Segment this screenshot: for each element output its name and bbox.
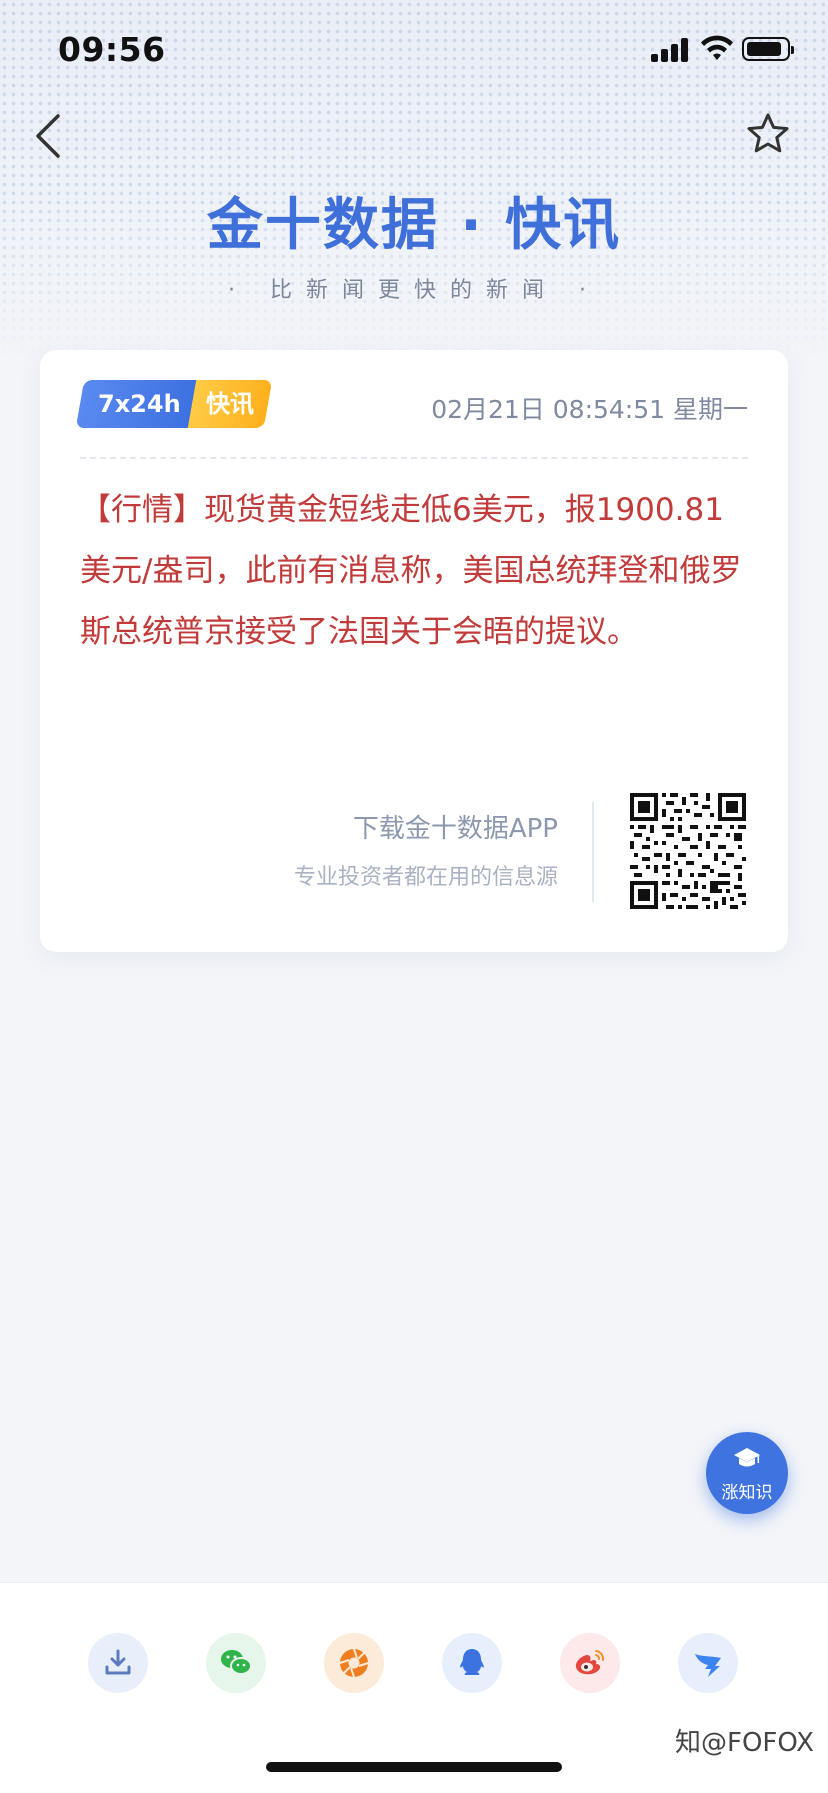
news-card: 7x24h 快讯 02月21日 08:54:51 星期一 【行情】现货黄金短线走… <box>40 350 788 952</box>
share-qq-button[interactable] <box>442 1633 502 1693</box>
news-text: 【行情】现货黄金短线走低6美元，报1900.81美元/盎司，此前有消息称，美国总… <box>80 492 742 650</box>
flash-badge: 7x24h 快讯 <box>75 380 273 428</box>
knowledge-fab-button[interactable]: 涨知识 <box>706 1432 788 1514</box>
graduation-cap-icon <box>734 1448 760 1467</box>
badge-7x24h: 7x24h <box>75 380 203 428</box>
qq-icon <box>460 1649 484 1675</box>
qr-code <box>630 793 746 909</box>
home-indicator <box>266 1762 562 1772</box>
download-icon <box>105 1649 131 1675</box>
download-button[interactable] <box>88 1633 148 1693</box>
weibo-icon <box>575 1650 605 1675</box>
fab-label: 涨知识 <box>721 1483 773 1503</box>
battery-icon <box>742 37 794 61</box>
download-title: 下载金十数据APP <box>352 814 558 844</box>
share-weibo-button[interactable] <box>560 1633 620 1693</box>
brand-title: 金十数据 · 快讯 <box>206 193 622 258</box>
dingtalk-icon <box>695 1654 721 1677</box>
status-time: 09:56 <box>58 30 166 69</box>
app-download-promo: 下载金十数据APP 专业投资者都在用的信息源 <box>294 808 558 891</box>
brand-slogan: · 比新闻更快的新闻 · <box>228 278 600 303</box>
moments-icon <box>339 1648 369 1678</box>
wifi-icon <box>701 35 733 60</box>
back-button[interactable] <box>30 108 70 164</box>
cellular-signal-icon <box>651 38 691 62</box>
news-datetime: 02月21日 08:54:51 星期一 <box>431 395 748 424</box>
status-bar: 09:56 <box>0 0 828 96</box>
favorite-star-icon[interactable] <box>744 110 792 158</box>
dashed-divider <box>80 457 748 459</box>
share-wechat-button[interactable] <box>206 1633 266 1693</box>
download-subtitle: 专业投资者都在用的信息源 <box>293 865 558 890</box>
share-moments-button[interactable] <box>324 1633 384 1693</box>
vertical-divider <box>592 802 594 902</box>
share-dingtalk-button[interactable] <box>678 1633 738 1693</box>
badge-kuaixun: 快讯 <box>187 380 273 428</box>
wechat-icon <box>221 1650 252 1675</box>
watermark: 知@FOFOX <box>675 1728 814 1758</box>
